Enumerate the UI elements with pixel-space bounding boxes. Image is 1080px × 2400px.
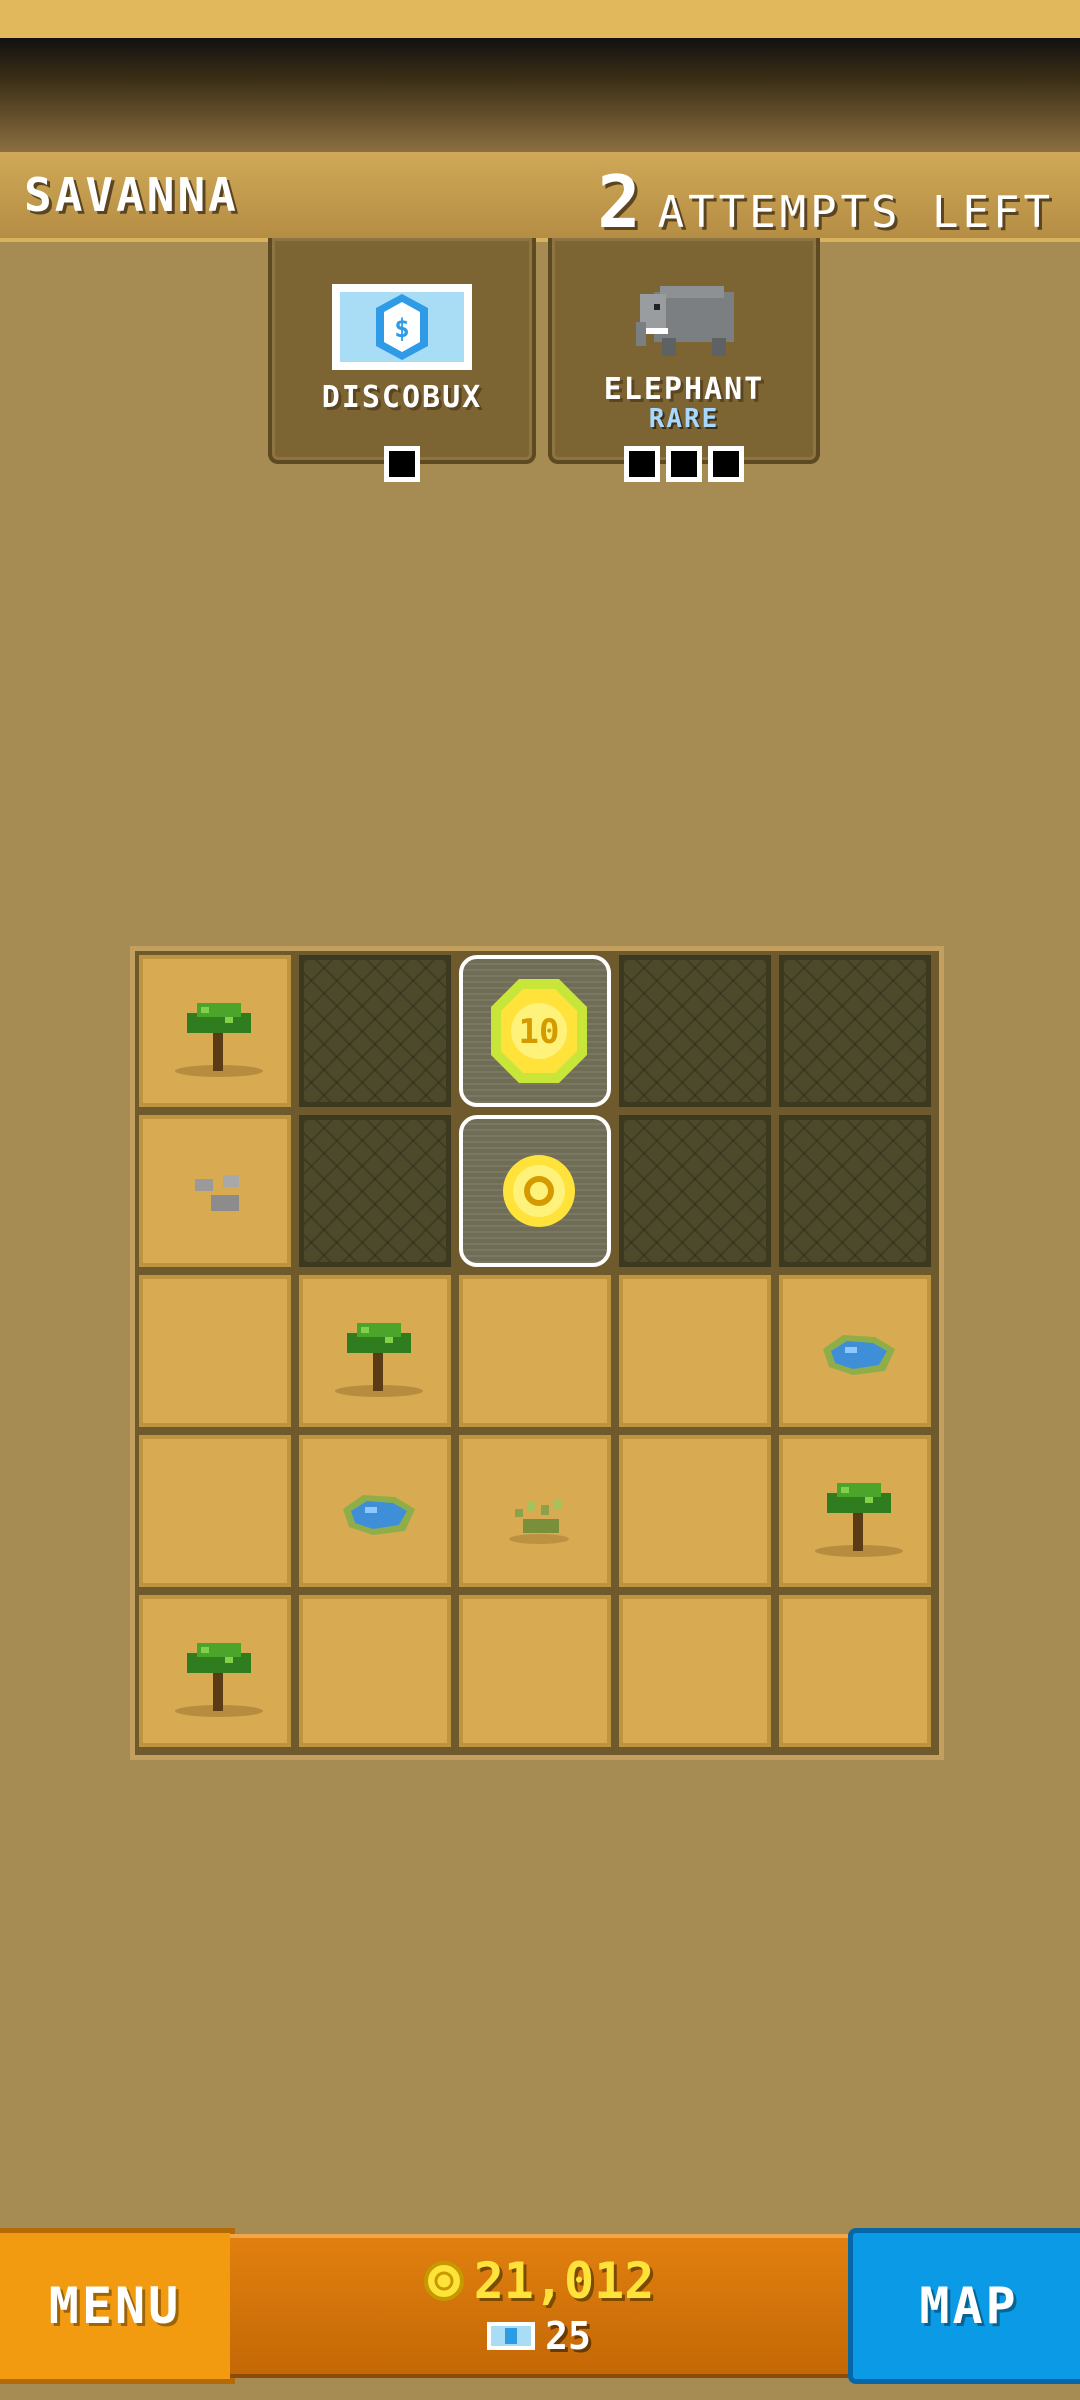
- discobux-icon: [487, 2322, 536, 2350]
- board-cell-dark[interactable]: [299, 955, 451, 1107]
- coin-10-icon: 10: [491, 979, 587, 1083]
- board-cell-coin-10: 10: [459, 955, 611, 1107]
- target-label-elephant: ELEPHANT: [603, 372, 765, 407]
- pip: [666, 446, 702, 482]
- target-card-discobux: $ DISCOBUX: [268, 238, 536, 482]
- target-label-discobux: DISCOBUX: [321, 380, 483, 415]
- attempts-label: ATTEMPTS LEFT: [657, 187, 1054, 238]
- board-cell-sand: [779, 1595, 931, 1747]
- target-card-elephant: ELEPHANT RARE: [548, 238, 820, 482]
- elephant-icon: [636, 286, 734, 356]
- attempts-count: 2: [597, 160, 644, 244]
- board-cell-coin: [459, 1115, 611, 1267]
- acacia-tree-icon: [335, 1323, 423, 1397]
- coins-amount: 21,012: [473, 2252, 655, 2310]
- currency-panel: 21,012 25: [230, 2234, 848, 2378]
- board-cell-dark[interactable]: [779, 955, 931, 1107]
- board-cell-sand: [619, 1275, 771, 1427]
- coin-icon: [503, 1155, 575, 1227]
- board-cell-sand: [459, 1595, 611, 1747]
- water-puddle-icon: [343, 1495, 415, 1535]
- pip: [384, 446, 420, 482]
- gems-row: 25: [230, 2314, 848, 2358]
- board-cell-bush: [459, 1435, 611, 1587]
- discobux-bill-icon: $: [332, 284, 472, 370]
- target-pips-discobux: [272, 446, 532, 482]
- menu-button[interactable]: MENU: [0, 2228, 235, 2384]
- board-cell-dark[interactable]: [299, 1115, 451, 1267]
- coin-icon: [423, 2261, 464, 2301]
- bottom-bar: MENU 21,012 25 MAP: [0, 2228, 1080, 2384]
- level-name: SAVANNA: [24, 168, 239, 222]
- dig-board: 10: [130, 946, 944, 1760]
- board-cell-sand: [619, 1435, 771, 1587]
- acacia-tree-icon: [175, 1643, 263, 1717]
- coins-row: 21,012: [230, 2252, 848, 2310]
- svg-text:10: 10: [519, 1012, 560, 1052]
- pip: [708, 446, 744, 482]
- acacia-tree-icon: [175, 1003, 263, 1077]
- board-cell-water: [779, 1275, 931, 1427]
- board-cell-dark[interactable]: [779, 1115, 931, 1267]
- svg-text:$: $: [394, 314, 410, 344]
- board-cell-sand: [459, 1275, 611, 1427]
- board-cell-dark[interactable]: [619, 1115, 771, 1267]
- board-cell-water: [299, 1435, 451, 1587]
- target-rarity-elephant: RARE: [648, 404, 720, 434]
- rocks-icon: [195, 1175, 239, 1211]
- map-button[interactable]: MAP: [848, 2228, 1080, 2384]
- board-cell-rocks: [139, 1115, 291, 1267]
- board-cell-sand: [619, 1595, 771, 1747]
- top-strip: [0, 0, 1080, 38]
- gems-amount: 25: [545, 2314, 591, 2358]
- board-cell-sand: [139, 1435, 291, 1587]
- pip: [624, 446, 660, 482]
- board-cell-tree: [299, 1275, 451, 1427]
- board-cell-tree: [779, 1435, 931, 1587]
- board-cell-tree: [139, 1595, 291, 1747]
- dry-bush-icon: [509, 1499, 569, 1544]
- water-puddle-icon: [823, 1335, 895, 1375]
- board-cell-sand: [139, 1275, 291, 1427]
- attempts-counter: 2 ATTEMPTS LEFT: [597, 160, 1054, 244]
- acacia-tree-icon: [815, 1483, 903, 1557]
- board-cell-dark[interactable]: [619, 955, 771, 1107]
- board-cell-tree: [139, 955, 291, 1107]
- board-cell-sand: [299, 1595, 451, 1747]
- target-pips-elephant: [552, 446, 816, 482]
